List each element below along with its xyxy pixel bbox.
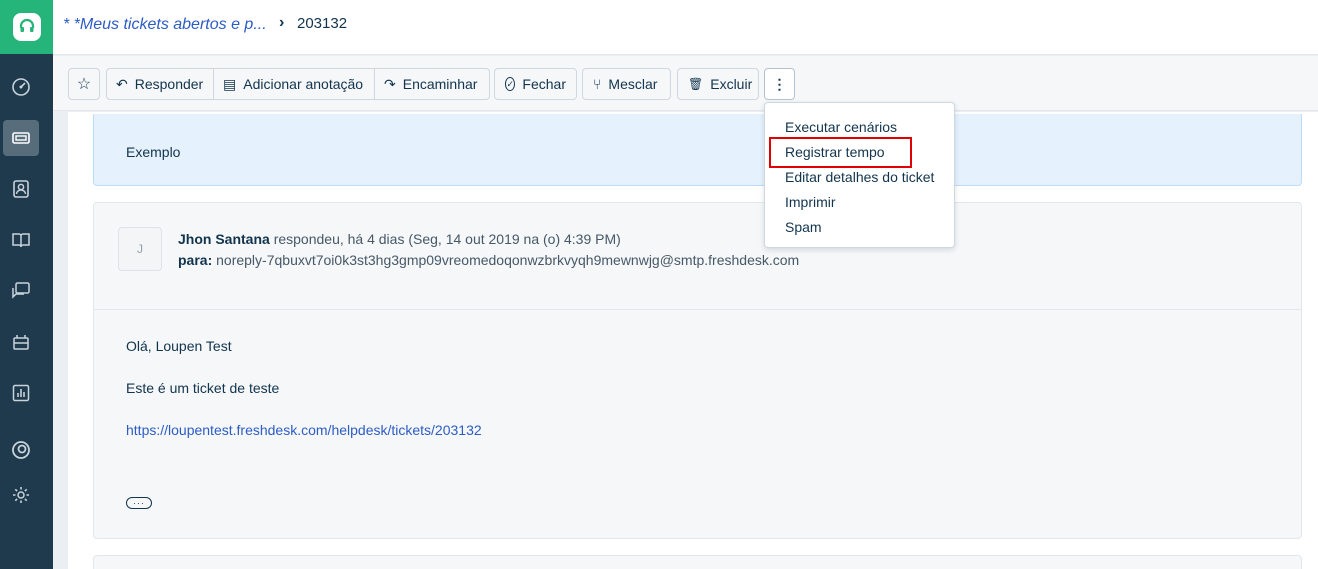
message-greeting: Olá, Loupen Test [126,338,232,354]
more-actions-dropdown: Executar cenários Registrar tempo Editar… [764,102,955,248]
tickets-icon[interactable] [3,120,39,156]
dashboard-icon[interactable] [3,69,39,105]
menu-item-print[interactable]: Imprimir [785,194,836,210]
merge-label: Mesclar [608,76,658,92]
message-recipient: para: noreply-7qbuxvt7oi0k3st3hg3gmp09vr… [178,252,799,268]
freshdesk-logo[interactable] [0,0,53,54]
highlight-box [769,137,912,168]
add-note-label: Adicionar anotação [243,76,364,92]
delete-button[interactable]: 🗑 Excluir [677,68,759,100]
menu-item-execute-scenarios[interactable]: Executar cenários [785,119,897,135]
delete-label: Excluir [710,76,753,92]
message-link[interactable]: https://loupentest.freshdesk.com/helpdes… [126,422,482,438]
admin-icon[interactable] [3,324,39,360]
trash-icon: 🗑 [688,77,704,91]
message-meta: Jhon Santana respondeu, há 4 dias (Seg, … [178,231,621,247]
sidebar [0,0,53,569]
avatar-initial: J [137,242,143,256]
next-conversation-card [93,555,1302,569]
contacts-icon[interactable] [3,171,39,207]
merge-icon: ⑂ [593,76,602,92]
forums-icon[interactable] [3,273,39,309]
check-circle-icon: ✓ [505,77,516,91]
knowledge-base-icon[interactable] [3,222,39,258]
ellipsis-icon: ··· [133,498,145,508]
ticket-toolbar: ☆ ↶ Responder ▤ Adicionar anotação ↷ Enc… [53,56,1318,111]
kebab-menu-icon: ⋮ [772,75,787,92]
more-actions-button[interactable]: ⋮ [764,68,795,100]
message-action-time: respondeu, há 4 dias (Seg, 14 out 2019 n… [273,231,621,247]
note-icon: ▤ [223,75,237,92]
author-name[interactable]: Jhon Santana [178,231,270,247]
breadcrumb-ticket-list-link[interactable]: * *Meus tickets abertos e p... [63,16,267,34]
note-text: Exemplo [126,144,181,160]
reply-icon: ↶ [116,75,128,92]
show-quoted-text-button[interactable]: ··· [126,497,152,509]
reply-button[interactable]: ↶ Responder [107,69,214,99]
add-note-button[interactable]: ▤ Adicionar anotação [214,69,375,99]
close-ticket-label: Fechar [522,76,566,92]
private-note: Exemplo [93,114,1302,186]
close-ticket-button[interactable]: ✓ Fechar [494,68,577,100]
freshworks-icon[interactable] [3,432,39,468]
reports-icon[interactable] [3,375,39,411]
star-icon: ☆ [76,76,92,93]
to-label: para: [178,252,213,268]
headset-icon [12,13,41,41]
avatar: J [118,227,162,271]
breadcrumb-ticket-id: 203132 [297,15,348,32]
to-address: noreply-7qbuxvt7oi0k3st3hg3gmp09vreomedo… [216,252,800,268]
reply-label: Responder [134,76,204,92]
forward-label: Encaminhar [402,76,478,92]
message-header: J Jhon Santana respondeu, há 4 dias (Seg… [94,203,1301,310]
menu-item-edit-ticket-details[interactable]: Editar detalhes do ticket [785,169,934,185]
menu-item-spam[interactable]: Spam [785,219,822,235]
reply-button-group: ↶ Responder ▤ Adicionar anotação ↷ Encam… [106,68,490,100]
forward-icon: ↷ [384,75,396,92]
forward-button[interactable]: ↷ Encaminhar [375,69,489,99]
page-header: * *Meus tickets abertos e p... › 203132 [53,0,1318,55]
star-button[interactable]: ☆ [68,68,100,100]
chevron-right-icon: › [279,14,285,31]
message-text: Este é um ticket de teste [126,380,280,396]
conversation-message: J Jhon Santana respondeu, há 4 dias (Seg… [93,202,1302,539]
settings-icon[interactable] [3,477,39,513]
merge-button[interactable]: ⑂ Mesclar [582,68,671,100]
